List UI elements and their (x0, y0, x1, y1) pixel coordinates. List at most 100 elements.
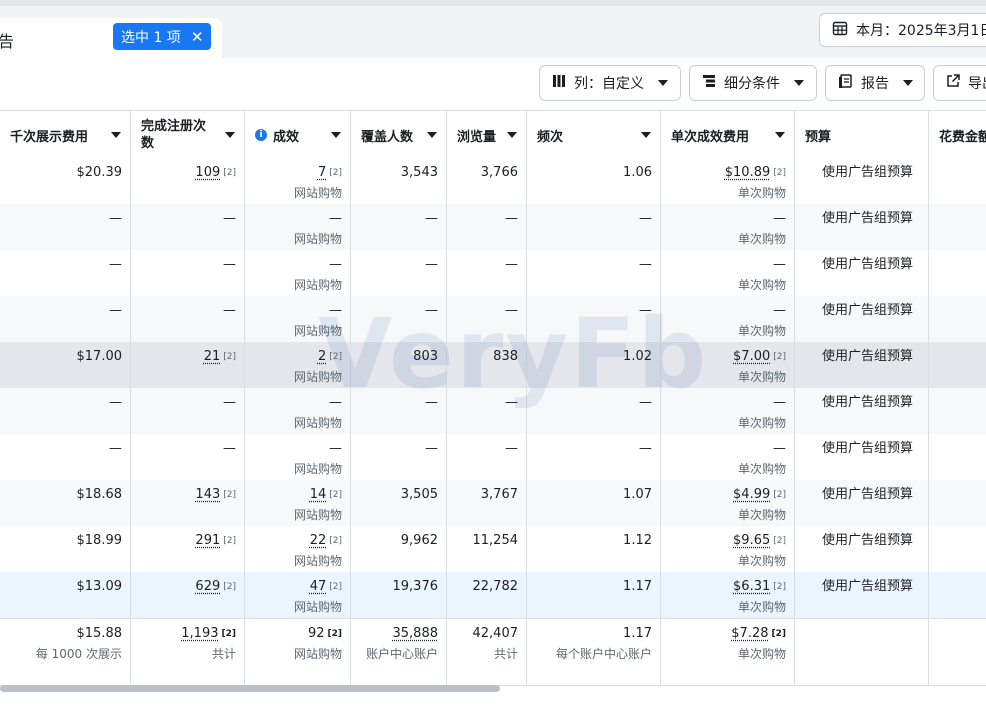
cell-reg: — (131, 388, 245, 434)
value-cpm: — (109, 395, 122, 410)
column-header-impressions[interactable]: 浏览量 (447, 111, 527, 159)
table-header: 千次展示费用 完成注册次数 i 成效 覆盖人数 浏览量 频次 单次成效费用 预算… (0, 110, 986, 160)
sub-cpr: 单次购物 (737, 462, 786, 476)
value-res[interactable]: 7 (318, 165, 326, 180)
column-header-reach[interactable]: 覆盖人数 (351, 111, 447, 159)
cell-imp: — (447, 204, 527, 250)
total-reach[interactable]: 35,888 (393, 626, 439, 641)
chevron-down-icon[interactable] (225, 132, 235, 138)
value-cpr[interactable]: $9.65 (733, 533, 770, 548)
chevron-down-icon[interactable] (111, 132, 121, 138)
value-cpr[interactable]: $7.00 (733, 349, 770, 364)
sub-res: 网站购物 (293, 416, 342, 430)
column-header-cost-per-result[interactable]: 单次成效费用 (661, 111, 795, 159)
cell-cpr: — 单次购物 (661, 204, 795, 250)
column-header-registrations[interactable]: 完成注册次数 (131, 111, 245, 159)
table-row[interactable]: $18.99 291 [2] 22 [2] 网站购物 9,962 11,254 1.12 $9.6… (0, 526, 986, 572)
value-reg: — (223, 211, 236, 226)
table-row[interactable]: — — — 网站购物 — — — — 单次购物 使用广告组预算 (0, 250, 986, 296)
horizontal-scrollbar[interactable] (0, 685, 500, 692)
cell-reach: — (351, 250, 447, 296)
chevron-down-icon[interactable] (641, 132, 651, 138)
value-imp: — (505, 441, 518, 456)
footnote-mark: [2] (329, 536, 342, 546)
chevron-down-icon[interactable] (507, 132, 517, 138)
column-header-budget[interactable]: 预算 (795, 111, 929, 159)
chevron-down-icon[interactable] (427, 132, 437, 138)
breakdown-label: 细分条件 (724, 76, 780, 92)
table-row[interactable]: $13.09 629 [2] 47 [2] 网站购物 19,376 22,782 1.17 $6.… (0, 572, 986, 618)
value-cpm: — (109, 441, 122, 456)
total-frequency-cell: 1.17 每个账户中心账户 (527, 619, 661, 685)
total-impressions-sub: 共计 (493, 647, 518, 661)
column-header-amount-spent[interactable]: 花费金额 (929, 111, 986, 159)
cell-budget: 使用广告组预算 (795, 296, 929, 342)
value-freq: 1.17 (623, 579, 652, 594)
chevron-down-icon (903, 80, 913, 86)
value-reg[interactable]: 21 (204, 349, 221, 364)
table-row[interactable]: $20.39 109 [2] 7 [2] 网站购物 3,543 3,766 1.06 $10.89… (0, 158, 986, 204)
cell-imp: 22,782 (447, 572, 527, 618)
value-imp: — (505, 211, 518, 226)
column-header-frequency[interactable]: 频次 (527, 111, 661, 159)
reports-label: 报告 (861, 76, 889, 92)
value-cpr[interactable]: $10.89 (725, 165, 771, 180)
value-res[interactable]: 47 (310, 579, 327, 594)
cell-budget: 使用广告组预算 (795, 526, 929, 572)
total-registrations[interactable]: 1,193 (181, 626, 218, 641)
reports-button[interactable]: 报告 (825, 65, 925, 101)
sub-res: 网站购物 (293, 462, 342, 476)
value-res[interactable]: 22 (310, 533, 327, 548)
total-frequency-sub: 每个账户中心账户 (555, 647, 652, 661)
value-res: — (329, 441, 342, 456)
chevron-down-icon[interactable] (775, 132, 785, 138)
cell-cpr: $10.89 [2] 单次购物 (661, 158, 795, 204)
export-icon (946, 74, 960, 92)
selected-count-chip[interactable]: 选中 1 项 ✕ (113, 23, 212, 50)
cell-cpr: — 单次购物 (661, 434, 795, 480)
breakdown-button[interactable]: 细分条件 (689, 65, 817, 101)
value-reach: 9,962 (400, 533, 438, 548)
export-button[interactable]: 导出 (933, 65, 986, 101)
value-reg[interactable]: 629 (195, 579, 220, 594)
close-icon[interactable]: ✕ (191, 28, 204, 46)
cell-cpm: $18.99 (0, 526, 131, 572)
value-res: — (329, 211, 342, 226)
cell-budget: 使用广告组预算 (795, 434, 929, 480)
value-cpm: — (109, 303, 122, 318)
value-cpr: — (773, 395, 786, 410)
table-row[interactable]: $18.68 143 [2] 14 [2] 网站购物 3,505 3,767 1.07 $4.99… (0, 480, 986, 526)
cell-spent (929, 388, 986, 434)
value-res[interactable]: 14 (310, 487, 327, 502)
cell-reg: — (131, 204, 245, 250)
footnote-mark: [2] (329, 582, 342, 592)
column-header-label: 覆盖人数 (361, 129, 414, 145)
sub-res: 网站购物 (293, 232, 342, 246)
date-range-button[interactable]: 本月：2025年3月1日 (819, 13, 986, 47)
value-reach: — (425, 441, 438, 456)
column-header-cpm[interactable]: 千次展示费用 (0, 111, 131, 159)
value-imp: 3,766 (480, 165, 518, 180)
table-row[interactable]: — — — 网站购物 — — — — 单次购物 使用广告组预算 (0, 204, 986, 250)
table-row[interactable]: — — — 网站购物 — — — — 单次购物 使用广告组预算 (0, 434, 986, 480)
cell-imp: 3,766 (447, 158, 527, 204)
value-imp: 11,254 (472, 533, 519, 548)
value-cpr[interactable]: $6.31 (733, 579, 770, 594)
calendar-icon (832, 20, 848, 40)
info-icon[interactable]: i (255, 129, 267, 141)
value-budget: 使用广告组预算 (822, 349, 914, 364)
value-reg[interactable]: 143 (195, 487, 220, 502)
columns-button[interactable]: 列：自定义 (539, 65, 681, 101)
footnote-mark: [2] (223, 168, 236, 178)
chevron-down-icon[interactable] (331, 132, 341, 138)
total-cost-per-result-sub: 单次购物 (737, 647, 786, 661)
selected-count-label: 选中 1 项 (121, 29, 181, 46)
cell-spent (929, 204, 986, 250)
sub-res: 网站购物 (293, 278, 342, 292)
value-freq: — (639, 257, 652, 272)
value-cpr[interactable]: $4.99 (733, 487, 770, 502)
column-header-results[interactable]: i 成效 (245, 111, 351, 159)
total-cost-per-result[interactable]: $7.28 (731, 626, 768, 641)
value-reg[interactable]: 291 (195, 533, 220, 548)
value-reg[interactable]: 109 (195, 165, 220, 180)
